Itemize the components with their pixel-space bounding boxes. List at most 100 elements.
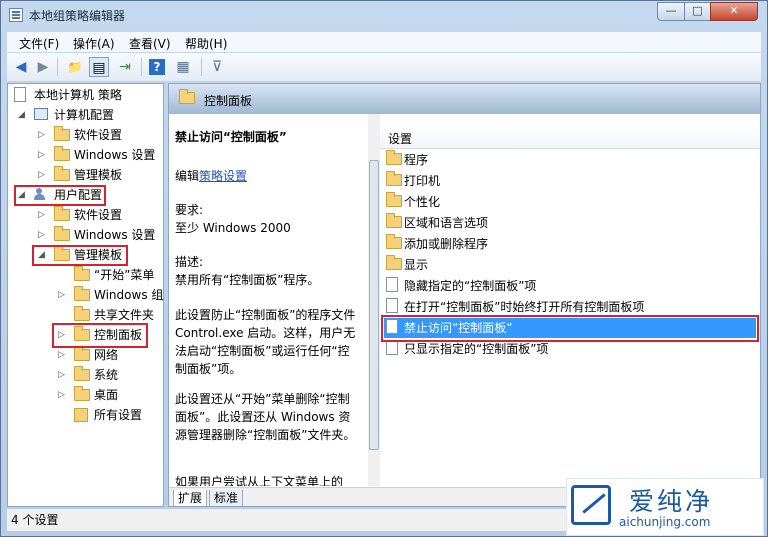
tab-extended[interactable]: 扩展 [173,490,208,506]
users-icon [34,188,50,201]
tree-item-label: 所有设置 [94,408,143,422]
app-window: 本地组策略编辑器 — □ ✕ 文件(F) 操作(A) 查看(V) 帮助(H) ◀… [0,0,768,537]
edit-prefix: 编辑 [175,169,200,183]
title-bar[interactable]: 本地组策略编辑器 — □ ✕ [1,1,767,29]
help-icon[interactable]: ? [149,59,165,75]
watermark-brand: 爱纯净 [629,487,714,516]
folder-icon [74,306,90,321]
tree-item-label: 桌面 [94,388,119,402]
folder-icon [74,326,90,341]
expand-icon[interactable]: ▷ [58,326,68,344]
forward-icon[interactable]: ▶ [33,57,53,77]
folder-icon [386,150,402,165]
description-label: 描述: [175,255,204,269]
content-header: 控制面板 [169,84,760,114]
folder-icon [74,386,90,401]
export-list-icon[interactable]: ⇥ [115,57,135,77]
list-item[interactable]: 个性化 [384,192,756,212]
tree-item-label: Windows 设置 [74,148,156,162]
collapse-icon[interactable]: ◢ [38,246,48,264]
tree-item-label: 软件设置 [74,208,123,222]
list-item[interactable]: 打印机 [384,171,756,191]
expand-icon[interactable]: ▷ [38,166,48,184]
policy-editor-icon [9,8,23,22]
list-item[interactable]: 隐藏指定的“控制面板”项 [384,276,756,296]
status-text: 4 个设置 [11,513,59,527]
menu-help[interactable]: 帮助(H) [185,35,227,52]
list-column-header[interactable]: 设置 [380,126,760,149]
menu-action[interactable]: 操作(A) [73,35,115,52]
edit-policy-link[interactable]: 策略设置 [199,169,247,183]
expand-icon[interactable]: ▷ [58,346,68,364]
tree-item-label: 管理模板 [74,248,123,262]
list-item-label: 个性化 [404,195,441,209]
folder-icon [54,166,70,181]
collapse-icon[interactable]: ◢ [18,186,28,204]
folder-icon [179,89,195,104]
description-line: 禁用所有“控制面板”程序。 [175,273,320,287]
list-item-label: 显示 [404,258,429,272]
list-item-label: 在打开“控制面板”时始终打开所有控制面板项 [404,300,645,314]
folder-icon [54,126,70,141]
tree-item-label: 计算机配置 [54,108,115,122]
tree-item-label: “开始”菜单 [94,268,155,282]
toolbar-separator [57,58,58,76]
maximize-button[interactable]: □ [684,2,711,21]
tree-item-label: Windows 组件 [94,288,164,302]
filter-icon[interactable]: ⊽ [207,57,227,77]
list-item[interactable]: 区域和语言选项 [384,213,756,233]
list-item[interactable]: 程序 [384,150,756,170]
expand-icon[interactable]: ▷ [38,126,48,144]
toolbar-separator [141,58,142,76]
watermark-logo-icon [571,485,611,525]
menu-file[interactable]: 文件(F) [19,35,59,52]
menu-view[interactable]: 查看(V) [129,35,171,52]
requirements-value: 至少 Windows 2000 [175,221,291,235]
toolbar-separator [201,58,202,76]
expand-icon[interactable]: ▷ [38,146,48,164]
computer-icon [34,108,48,120]
list-item-label: 只显示指定的“控制面板”项 [404,342,549,356]
expand-icon[interactable]: ▷ [38,206,48,224]
close-button[interactable]: ✕ [710,2,758,21]
scrollbar-thumb[interactable] [369,160,379,450]
policy-setting-icon [386,277,398,292]
policy-setting-icon [386,298,398,313]
expand-icon[interactable]: ▷ [38,226,48,244]
list-item[interactable]: 只显示指定的“控制面板”项 [384,339,756,359]
tree-pane[interactable]: 本地计算机 策略 ◢ 计算机配置 ▷ 软件设置 ▷ Windows 设置 ▷ 管… [7,83,164,507]
folder-icon [54,206,70,221]
watermark-domain: aichunjing.com [619,515,711,529]
tab-standard[interactable]: 标准 [209,490,244,506]
settings-list[interactable]: 设置 程序 打印机 个性化 区域和语言选项 添加或删除程序 显示 隐藏指定的“控… [380,114,760,486]
minimize-button[interactable]: — [657,2,685,21]
edit-line: 编辑策略设置 [175,168,360,184]
description-para-2: 此设置还从“开始”菜单删除“控制面板”。此设置还从 Windows 资源管理器删… [175,392,356,442]
expand-icon[interactable]: ▷ [58,386,68,404]
description-para-1: 此设置防止“控制面板”的程序文件 Control.exe 启动。这样，用户无法启… [175,308,356,376]
properties-icon[interactable]: ▦ [173,57,193,77]
policy-setting-icon [386,319,398,334]
list-item[interactable]: 添加或删除程序 [384,234,756,254]
list-item[interactable]: 在打开“控制面板”时始终打开所有控制面板项 [384,297,756,317]
description-scrollbar[interactable] [368,114,380,486]
show-hide-tree-icon[interactable]: ▤ [89,57,109,77]
expand-icon[interactable]: ▷ [58,366,68,384]
menu-bar: 文件(F) 操作(A) 查看(V) 帮助(H) [7,32,761,52]
tree-item-label: 本地计算机 策略 [34,88,122,102]
tree-item-label: 软件设置 [74,128,123,142]
folder-icon [386,213,402,228]
expand-icon[interactable]: ▷ [58,286,68,304]
back-icon[interactable]: ◀ [11,57,31,77]
folder-icon [74,286,90,301]
up-folder-icon[interactable]: 📁 [65,57,85,77]
toolbar: ◀ ▶ 📁 ▤ ⇥ ? ▦ ⊽ [7,53,761,82]
folder-icon [386,255,402,270]
requirements-label: 要求: [175,203,204,217]
policy-setting-icon [386,340,398,355]
description-para-3: 如果用户尝试从上下文菜单上的 [175,475,344,486]
list-item-selected[interactable]: 禁止访问“控制面板” [384,318,756,338]
list-item[interactable]: 显示 [384,255,756,275]
collapse-icon[interactable]: ◢ [18,106,28,124]
tree-item-label: 控制面板 [94,328,143,342]
